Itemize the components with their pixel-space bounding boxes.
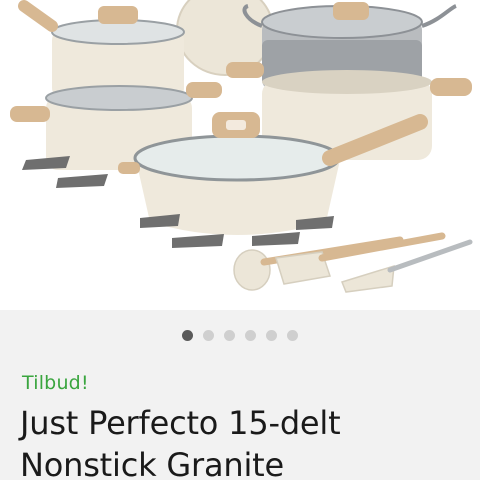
product-info-panel: Tilbud! Just Perfecto 15-delt Nonstick G… [0,310,480,484]
product-image[interactable] [0,0,480,310]
carousel-dot[interactable] [224,330,235,341]
product-title: Just Perfecto 15-delt Nonstick Granite [20,404,341,484]
carousel-dot[interactable] [287,330,298,341]
carousel-dot[interactable] [182,330,193,341]
cookware-illustration [10,0,473,293]
carousel-dot[interactable] [203,330,214,341]
carousel-indicator[interactable] [0,330,480,344]
carousel-dot[interactable] [266,330,277,341]
carousel-dot[interactable] [245,330,256,341]
sale-badge: Tilbud! [22,372,89,394]
